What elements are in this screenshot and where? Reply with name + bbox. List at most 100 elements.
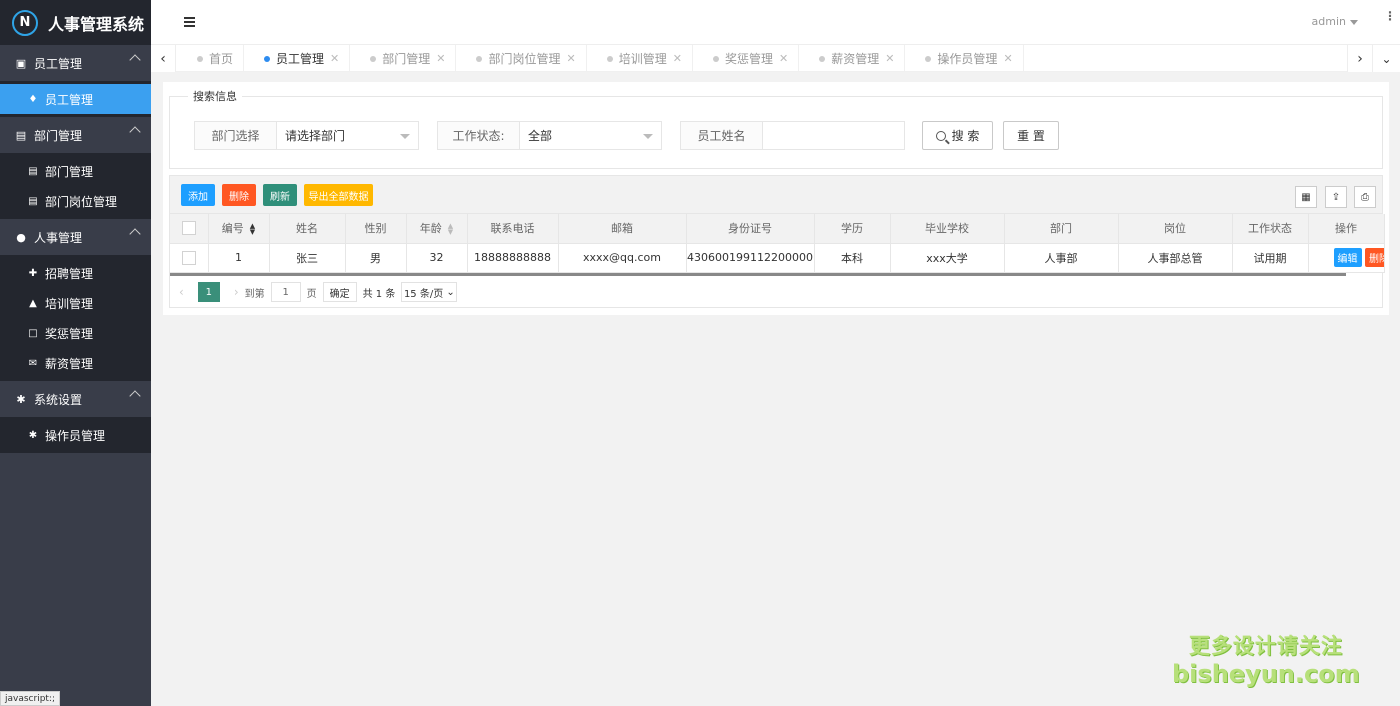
tab-salary[interactable]: 薪资管理 ✕ [799, 45, 906, 72]
next-page-icon[interactable]: › [234, 285, 239, 299]
dept-select[interactable]: 请选择部门 [277, 122, 418, 149]
sidebar-group-settings[interactable]: ✱ 系统设置 [0, 381, 151, 417]
tab-training[interactable]: 培训管理 ✕ [587, 45, 693, 72]
more-icon[interactable]: ⋮ [1384, 10, 1396, 22]
close-icon[interactable]: ✕ [330, 52, 339, 65]
cell-name: 张三 [269, 243, 346, 273]
gears-icon: ✱ [28, 429, 38, 441]
status-select-field: 工作状态: 全部 [437, 121, 662, 150]
watermark-line2: bisheyun.com [1172, 660, 1360, 688]
status-select-value: 全部 [528, 129, 553, 143]
current-page[interactable]: 1 [197, 282, 220, 302]
name-input[interactable] [763, 122, 904, 149]
sort-icon[interactable]: ▲ ▼ [448, 223, 453, 236]
close-icon[interactable]: ✕ [885, 52, 894, 65]
page-size-select[interactable]: 15 条/页 ⌄ [401, 282, 458, 302]
sidebar-group-label: 部门管理 [34, 128, 83, 143]
delete-button[interactable]: 删除 [222, 184, 256, 206]
tab-dot [925, 55, 932, 62]
sidebar-item-department-post[interactable]: ▤ 部门岗位管理 [0, 186, 151, 216]
edit-button[interactable]: 编辑 [1333, 248, 1362, 267]
envelope-icon: ✉ [28, 357, 38, 369]
chevron-left-icon[interactable]: ‹ [151, 45, 176, 72]
sort-icon[interactable]: ▲ ▼ [250, 223, 255, 236]
sidebar-group-label: 员工管理 [34, 56, 83, 71]
close-icon[interactable]: ✕ [567, 52, 576, 65]
col-header: 学历 [814, 214, 891, 244]
cell-department: 人事部 [1004, 243, 1119, 273]
cell-phone: 18888888888 [467, 243, 559, 273]
goto-label: 到第 [244, 288, 265, 300]
add-button[interactable]: 添加 [181, 184, 215, 206]
sidebar-item-recruit[interactable]: ✚ 招聘管理 [0, 258, 151, 288]
close-icon[interactable]: ✕ [436, 52, 445, 65]
search-button[interactable]: 搜 索 [922, 121, 993, 150]
col-header: 身份证号 [686, 214, 815, 244]
sidebar-item-reward[interactable]: □ 奖惩管理 [0, 318, 151, 348]
cell-status: 试用期 [1232, 243, 1309, 273]
cell-school: xxx大学 [890, 243, 1005, 273]
sidebar-item-employee-manage[interactable]: ♦ 员工管理 [0, 84, 151, 114]
tab-department-post[interactable]: 部门岗位管理 ✕ [456, 45, 587, 72]
sidebar-item-operator[interactable]: ✱ 操作员管理 [0, 420, 151, 450]
tab-department[interactable]: 部门管理 ✕ [350, 45, 457, 72]
sidebar-submenu: ✚ 招聘管理 ▲ 培训管理 □ 奖惩管理 ✉ 薪资管理 [0, 255, 151, 381]
sidebar-group-department[interactable]: ▤ 部门管理 [0, 117, 151, 153]
cell-email: xxxx@qq.com [558, 243, 687, 273]
col-header: 操作 [1308, 214, 1385, 244]
sidebar-submenu: ▤ 部门管理 ▤ 部门岗位管理 [0, 153, 151, 219]
cell-actions: 编辑 删除 [1308, 243, 1385, 273]
sidebar-group-hr[interactable]: ● 人事管理 [0, 219, 151, 255]
refresh-button[interactable]: 刷新 [263, 184, 297, 206]
row-delete-button[interactable]: 删除 [1365, 248, 1383, 267]
print-icon[interactable]: ⎙ [1354, 186, 1376, 208]
user-icon: ♦ [28, 93, 38, 105]
col-header[interactable]: 编号 ▲ ▼ [208, 214, 270, 244]
chevron-down-icon[interactable]: ⌄ [1372, 45, 1400, 72]
tab-home[interactable]: 首页 [177, 45, 245, 72]
export-icon[interactable]: ⇪ [1325, 186, 1347, 208]
horizontal-scrollbar[interactable] [170, 272, 1346, 276]
table-row[interactable]: 1 张三 男 32 18888888888 xxxx@qq.com 430600… [170, 243, 1385, 273]
chevron-up-icon [129, 228, 141, 240]
chevron-right-icon[interactable]: › [1347, 45, 1372, 72]
tab-operator[interactable]: 操作员管理 ✕ [905, 45, 1024, 72]
status-select[interactable]: 全部 [520, 122, 661, 149]
col-header: 工作状态 [1232, 214, 1309, 244]
user-name: admin [1311, 15, 1346, 28]
col-header[interactable]: 年龄 ▲ ▼ [406, 214, 468, 244]
close-icon[interactable]: ✕ [779, 52, 788, 65]
sidebar-group-employee[interactable]: ▣ 员工管理 [0, 45, 151, 81]
tab-label: 首页 [209, 52, 234, 66]
card-icon: ▤ [28, 195, 38, 207]
status-label: 工作状态: [438, 122, 520, 149]
top-header: admin ⋮ [151, 0, 1400, 45]
address-card-icon: ▤ [15, 128, 27, 142]
browser-status-bar: javascript:; [0, 691, 61, 706]
select-all-checkbox[interactable] [170, 214, 209, 244]
prev-page-icon[interactable]: ‹ [179, 285, 184, 299]
sidebar-item-label: 薪资管理 [45, 356, 94, 371]
columns-icon[interactable]: ▦ [1295, 186, 1317, 208]
export-button[interactable]: 导出全部数据 [304, 184, 373, 206]
app-title: 人事管理系统 [48, 14, 145, 34]
user-menu[interactable]: admin [1312, 15, 1358, 28]
sidebar-item-salary[interactable]: ✉ 薪资管理 [0, 348, 151, 378]
row-checkbox[interactable] [170, 243, 209, 273]
table-header-row: 编号 ▲ ▼ 姓名 性别 年龄 ▲ ▼ 联系电话 邮箱 身份证号 学历 毕业学校 部门 … [170, 214, 1385, 244]
cell-gender: 男 [345, 243, 407, 273]
reset-button[interactable]: 重 置 [1003, 121, 1059, 150]
goto-confirm-button[interactable]: 确定 [322, 282, 357, 302]
close-icon[interactable]: ✕ [1003, 52, 1012, 65]
tab-list: 首页 员工管理 ✕ 部门管理 ✕ 部门岗位管理 ✕ 培训管理 ✕ 奖惩管理 ✕ 薪资管理 ✕… [177, 45, 1024, 72]
tab-employee[interactable]: 员工管理 ✕ [244, 45, 351, 72]
search-legend: 搜索信息 [188, 88, 242, 104]
chevron-up-icon [129, 126, 141, 138]
close-icon[interactable]: ✕ [673, 52, 682, 65]
sidebar-item-department-manage[interactable]: ▤ 部门管理 [0, 156, 151, 186]
tab-reward[interactable]: 奖惩管理 ✕ [693, 45, 800, 72]
sidebar-item-training[interactable]: ▲ 培训管理 [0, 288, 151, 318]
tab-label: 部门岗位管理 [488, 52, 561, 66]
goto-page-input[interactable]: 1 [270, 282, 301, 302]
menu-toggle-icon[interactable] [184, 17, 195, 27]
